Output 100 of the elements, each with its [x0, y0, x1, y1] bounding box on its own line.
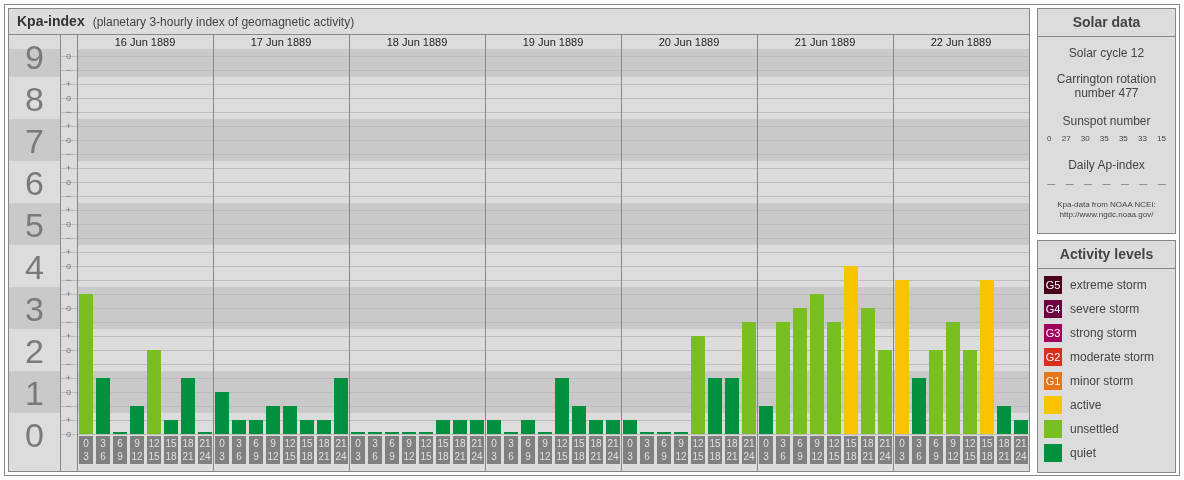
solar-data-title: Solar data: [1038, 9, 1175, 37]
x-tick-label: 6 9: [797, 438, 804, 462]
time-slot-label: 21 24: [878, 436, 892, 464]
time-slot-label: 9 12: [266, 436, 280, 464]
time-slot-label: 18 21: [725, 436, 739, 464]
time-slot-label: 18 21: [453, 436, 467, 464]
kp-bar: [623, 420, 637, 434]
x-tick-label: 3 6: [780, 438, 787, 462]
time-slot-label: 3 6: [912, 436, 926, 464]
kp-bar: [470, 420, 484, 434]
minor-tick-label: o: [66, 177, 71, 187]
time-slot-label: 9 12: [810, 436, 824, 464]
sunspot-value: 35: [1099, 133, 1109, 145]
time-slot-label: 18 21: [861, 436, 875, 464]
minor-tick-label: −: [65, 107, 72, 117]
kp-axis-label: 8: [25, 80, 44, 118]
kp-axis-label: 5: [25, 206, 44, 244]
level-swatch: G1: [1044, 372, 1062, 390]
time-slot-label: 21 24: [198, 436, 212, 464]
minor-tick-label: +: [65, 331, 72, 341]
minor-tick-label: +: [65, 289, 72, 299]
ap-index-value: —: [1084, 178, 1093, 190]
time-slot-label: 3 6: [96, 436, 110, 464]
kp-bar: [555, 378, 569, 434]
time-slot-label: 18 21: [589, 436, 603, 464]
x-tick-label: 0 3: [763, 438, 770, 462]
ap-index-value: —: [1120, 178, 1129, 190]
sunspot-value: 35: [1118, 133, 1128, 145]
x-tick-label: 6 9: [253, 438, 260, 462]
minor-tick-label: +: [65, 247, 72, 257]
panel-subtitle: (planetary 3-hourly index of geomagnetic activity): [92, 13, 355, 31]
x-tick-label: 3 6: [100, 438, 107, 462]
date-label: 20 Jun 1889: [658, 36, 720, 48]
level-label: active: [1070, 397, 1102, 414]
kp-bar: [453, 420, 467, 434]
level-swatch: G4: [1044, 300, 1062, 318]
kp-bar: [725, 378, 739, 434]
time-slot-label: 3 6: [368, 436, 382, 464]
activity-levels-title: Activity levels: [1038, 241, 1175, 269]
time-slot-label: 15 18: [708, 436, 722, 464]
time-slot-label: 0 3: [487, 436, 501, 464]
kp-bar: [589, 420, 603, 434]
date-label: 19 Jun 1889: [522, 36, 584, 48]
minor-tick-label: +: [65, 373, 72, 383]
time-slot-label: 9 12: [946, 436, 960, 464]
sunspot-value: 30: [1080, 133, 1090, 145]
time-slot-label: 18 21: [181, 436, 195, 464]
ap-index-value: —: [1157, 178, 1166, 190]
time-slot-label: 15 18: [572, 436, 586, 464]
time-slot-label: 12 15: [419, 436, 433, 464]
time-slot-label: 9 12: [538, 436, 552, 464]
minor-tick-label: −: [65, 149, 72, 159]
kp-bar: [317, 420, 331, 434]
kp-axis-label: 4: [25, 248, 44, 286]
minor-tick-label: o: [66, 345, 71, 355]
minor-tick-label: o: [66, 261, 71, 271]
kp-bar: [181, 378, 195, 434]
time-slot-label: 21 24: [470, 436, 484, 464]
minor-tick-label: −: [65, 401, 72, 411]
x-tick-label: 6 9: [389, 438, 396, 462]
time-slot-label: 15 18: [164, 436, 178, 464]
time-slot-label: 3 6: [640, 436, 654, 464]
source-note: Kpa-data from NOAA NCEI:: [1057, 200, 1156, 210]
kp-bar: [759, 406, 773, 434]
minor-tick-label: o: [66, 387, 71, 397]
time-slot-label: 0 3: [79, 436, 93, 464]
time-slot-label: 6 9: [249, 436, 263, 464]
minor-tick-label: −: [65, 359, 72, 369]
x-tick-label: 6 9: [525, 438, 532, 462]
time-slot-label: 0 3: [215, 436, 229, 464]
time-slot-label: 15 18: [300, 436, 314, 464]
sunspot-value: 0: [1047, 133, 1052, 145]
time-slot-label: 15 18: [844, 436, 858, 464]
minor-tick-label: +: [65, 121, 72, 131]
time-slot-label: 6 9: [521, 436, 535, 464]
minor-tick-label: o: [66, 219, 71, 229]
level-swatch: G5: [1044, 276, 1062, 294]
date-label: 16 Jun 1889: [114, 36, 176, 48]
time-slot-label: 6 9: [113, 436, 127, 464]
time-slot-label: 12 15: [283, 436, 297, 464]
time-slot-label: 12 15: [555, 436, 569, 464]
kp-bar: [521, 420, 535, 434]
minor-tick-label: +: [65, 415, 72, 425]
sunspot-value: 27: [1061, 133, 1071, 145]
minor-tick-label: o: [66, 51, 71, 61]
kp-axis-label: 6: [25, 164, 44, 202]
solar-cycle-text: Solar cycle 12: [1068, 45, 1145, 62]
kp-bar: [300, 420, 314, 434]
minor-tick-label: −: [65, 65, 72, 75]
date-label: 18 Jun 1889: [386, 36, 448, 48]
source-note: http://www.ngdc.noaa.gov/: [1059, 210, 1154, 220]
time-slot-label: 21 24: [334, 436, 348, 464]
date-label: 17 Jun 1889: [250, 36, 312, 48]
level-label: severe storm: [1070, 301, 1140, 318]
time-slot-label: 6 9: [793, 436, 807, 464]
time-slot-label: 3 6: [232, 436, 246, 464]
kp-bar: [266, 406, 280, 434]
time-slot-label: 3 6: [504, 436, 518, 464]
kp-axis-label: 7: [25, 122, 44, 160]
kp-bar: [1014, 420, 1028, 434]
